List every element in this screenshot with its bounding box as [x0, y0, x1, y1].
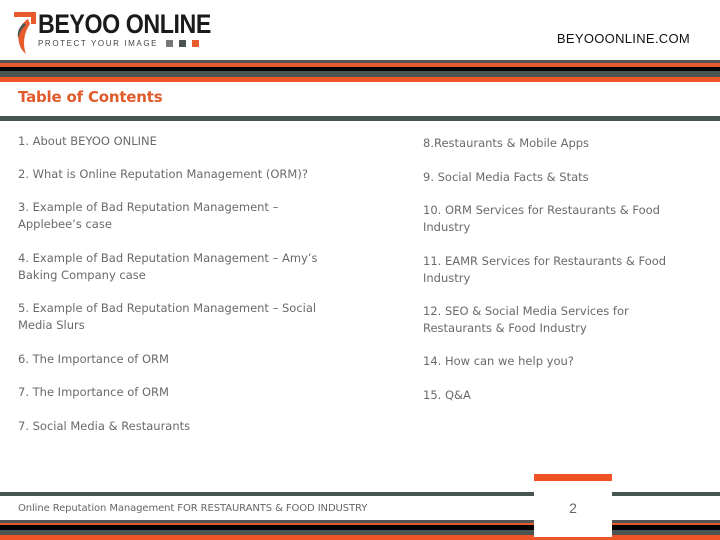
toc-item[interactable]: 5. Example of Bad Reputation Management …	[18, 300, 328, 334]
toc-item[interactable]: 7. The Importance of ORM	[18, 384, 338, 401]
toc-item[interactable]: 4. Example of Bad Reputation Management …	[18, 250, 328, 284]
page-number-accent-bar	[534, 474, 612, 481]
logo-square-gray	[166, 40, 173, 47]
footer-text: Online Reputation Management FOR RESTAUR…	[18, 503, 368, 514]
toc-item[interactable]: 12. SEO & Social Media Services for Rest…	[423, 303, 643, 337]
page-number-box: 2	[534, 474, 612, 537]
footer-stripe-orange-bottom	[0, 535, 720, 540]
toc-item[interactable]: 6. The Importance of ORM	[18, 351, 338, 368]
toc-item[interactable]: 11. EAMR Services for Restaurants & Food…	[423, 253, 673, 287]
title-divider	[0, 116, 720, 121]
toc-item[interactable]: 7. Social Media & Restaurants	[18, 418, 338, 435]
logo-squares	[166, 40, 199, 47]
toc-item[interactable]: 3. Example of Bad Reputation Management …	[18, 199, 308, 233]
logo-mark-icon	[14, 12, 36, 54]
header-stripe-orange-bottom	[0, 77, 720, 82]
toc-item[interactable]: 2. What is Online Reputation Management …	[18, 166, 338, 183]
logo-square-orange	[192, 40, 199, 47]
toc-item[interactable]: 10. ORM Services for Restaurants & Food …	[423, 202, 673, 236]
site-url[interactable]: BEYOOONLINE.COM	[557, 31, 690, 46]
toc-item[interactable]: 1. About BEYOO ONLINE	[18, 133, 338, 150]
page-title: Table of Contents	[18, 88, 163, 106]
toc-item[interactable]: 9. Social Media Facts & Stats	[423, 169, 703, 186]
toc-item[interactable]: 14. How can we help you?	[423, 353, 703, 370]
company-logo: BEYOO ONLINE PROTECT YOUR IMAGE	[10, 6, 211, 56]
toc-item[interactable]: 15. Q&A	[423, 387, 703, 404]
toc-item[interactable]: 8.Restaurants & Mobile Apps	[423, 135, 703, 152]
logo-tagline: PROTECT YOUR IMAGE	[38, 39, 159, 48]
page-number: 2	[569, 500, 577, 516]
logo-name: BEYOO ONLINE	[38, 9, 211, 39]
logo-square-slate	[179, 40, 186, 47]
footer-divider	[0, 492, 720, 496]
